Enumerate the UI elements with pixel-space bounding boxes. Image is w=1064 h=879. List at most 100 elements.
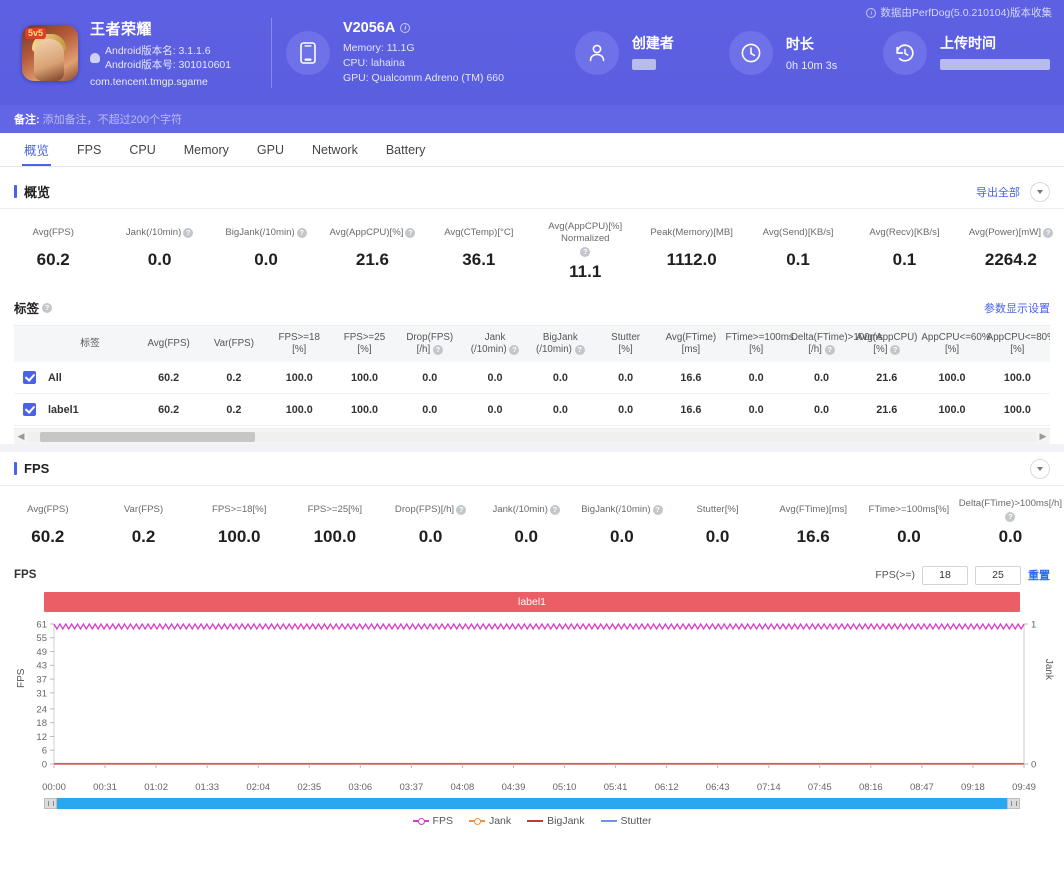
table-row[interactable]: All 60.2 0.2 100.0 100.0 0.0 0.0 0.0 0.0 16.6 0.0 0… <box>14 362 1050 394</box>
overview-collapse-button[interactable] <box>1030 181 1050 202</box>
tab-fps[interactable]: FPS <box>63 133 115 166</box>
x-tick-label: 00:00 <box>42 782 66 793</box>
overview-metric-label: Avg(Power)[mW]? <box>960 221 1062 245</box>
tags-col-header[interactable]: FPS>=25 [%] <box>331 326 398 362</box>
tags-col-header[interactable]: Var(FPS) <box>201 326 267 362</box>
tab-network[interactable]: Network <box>298 133 372 166</box>
fps-threshold-input-1[interactable] <box>922 565 968 585</box>
help-icon[interactable]: ? <box>405 228 416 238</box>
help-icon[interactable]: ? <box>574 345 585 355</box>
legend-item[interactable]: FPS <box>412 815 453 827</box>
remark-bar[interactable]: 备注: 添加备注，不超过200个字符 <box>0 105 1064 133</box>
time-range-slider[interactable] <box>44 798 1020 809</box>
label-range-bar[interactable]: label1 <box>44 592 1020 612</box>
fps-metric: Stutter[%] 0.0 <box>670 498 766 547</box>
remark-input[interactable]: 添加备注，不超过200个字符 <box>43 111 182 127</box>
overview-metric-label: Avg(AppCPU)[%]? <box>321 221 423 245</box>
tags-scroll-track[interactable] <box>28 431 1036 442</box>
overview-metric-value: 0.0 <box>254 250 278 269</box>
tab-overview[interactable]: 概览 <box>10 133 63 166</box>
x-tick-label: 03:06 <box>348 782 373 793</box>
overview-metric: Avg(Recv)[KB/s] 0.1 <box>851 221 957 282</box>
fps-panel-head: FPS <box>0 452 1064 486</box>
help-icon[interactable]: ? <box>509 345 520 355</box>
help-icon[interactable]: ? <box>1005 512 1016 522</box>
svg-text:55: 55 <box>36 633 47 644</box>
tab-memory[interactable]: Memory <box>170 133 243 166</box>
overview-metric-value: 0.0 <box>147 250 172 269</box>
help-icon[interactable]: ? <box>890 345 901 355</box>
fps-metric-value: 100.0 <box>313 527 357 546</box>
device-info-icon[interactable]: i <box>400 22 411 33</box>
tab-cpu[interactable]: CPU <box>115 133 169 166</box>
fps-collapse-button[interactable] <box>1030 458 1050 479</box>
table-row[interactable]: label1 60.2 0.2 100.0 100.0 0.0 0.0 0.0 0.0 16.6 0… <box>14 393 1050 426</box>
legend-item[interactable]: BigJank <box>527 815 585 827</box>
export-all-link[interactable]: 导出全部 <box>976 184 1020 200</box>
tags-help-icon[interactable]: ? <box>42 302 53 313</box>
tags-col-header[interactable]: FPS>=18 [%] <box>266 326 332 362</box>
legend-item[interactable]: Stutter <box>600 815 651 827</box>
scroll-left-arrow-icon[interactable]: ◀ <box>14 431 28 442</box>
overview-metric-label: Avg(Recv)[KB/s] <box>869 227 940 238</box>
row-value: 0.2 <box>201 393 267 426</box>
row-checkbox[interactable] <box>22 371 36 384</box>
tags-col-header[interactable]: 标签 <box>44 326 136 362</box>
tags-col-header[interactable]: Avg(FPS) <box>136 326 202 362</box>
row-value: 100.0 <box>331 362 398 394</box>
overview-metric-value: 21.6 <box>355 250 389 269</box>
help-icon[interactable]: ? <box>652 505 663 515</box>
overview-metric: Avg(FPS) 60.2 <box>0 221 106 282</box>
help-icon[interactable]: ? <box>183 228 194 238</box>
fps-metric-value: 0.0 <box>897 527 921 546</box>
remark-label: 备注: <box>14 114 40 126</box>
tags-col-header[interactable]: FTime>=100ms [%] <box>723 326 794 362</box>
tab-fps-label: FPS <box>77 142 102 157</box>
help-icon[interactable]: ? <box>296 228 307 238</box>
tags-col-header[interactable]: BigJank (/10min) ? <box>527 326 593 362</box>
help-icon[interactable]: ? <box>432 345 443 355</box>
fps-metric-label: FPS>=25[%] <box>307 504 363 515</box>
fps-threshold-input-2[interactable] <box>975 565 1021 585</box>
tags-col-header[interactable]: Delta(FTime)>100ms [/h] ? <box>788 326 883 362</box>
overview-metrics: Avg(FPS) 60.2 Jank(/10min)? 0.0 BigJank(/10m… <box>0 209 1064 292</box>
device-memory: Memory: 11.1G <box>342 41 415 54</box>
tags-col-header[interactable]: Jank (/10min) ? <box>462 326 528 362</box>
tags-scroll-thumb[interactable] <box>40 431 255 442</box>
row-value: 100.0 <box>266 393 332 426</box>
app-icon: 5v5 <box>22 24 78 81</box>
fps-metric: FPS>=18[%] 100.0 <box>191 498 287 547</box>
help-icon[interactable]: ? <box>824 345 835 355</box>
tags-col-header[interactable]: Drop(FPS) [/h] ? <box>397 326 463 362</box>
tab-gpu[interactable]: GPU <box>243 133 298 166</box>
legend-item[interactable]: Jank <box>468 815 511 827</box>
tab-battery[interactable]: Battery <box>372 133 440 166</box>
tags-table: 标签 Avg(FPS) Var(FPS) FPS>=18 [%] FPS>=25 [%] Dr… <box>14 326 1050 426</box>
help-icon[interactable]: ? <box>549 505 560 515</box>
help-icon[interactable]: ? <box>456 505 467 515</box>
fps-metric: Jank(/10min)? 0.0 <box>478 498 574 547</box>
tags-col-header[interactable]: AppCPU<=80% [%] <box>984 326 1050 362</box>
tags-col-header[interactable]: AppCPU<=60% [%] <box>919 326 991 362</box>
help-icon[interactable]: ? <box>1043 228 1054 238</box>
tags-col-header[interactable]: Avg(FTime) [ms] <box>658 326 724 362</box>
chevron-down-icon <box>1037 466 1043 471</box>
row-checkbox[interactable] <box>22 403 36 416</box>
tab-overview-label: 概览 <box>24 144 50 158</box>
range-handle-left[interactable] <box>44 798 57 809</box>
row-checkbox-cell[interactable] <box>14 393 44 426</box>
tags-col-header[interactable]: Avg(AppCPU) [%] ? <box>854 326 920 362</box>
range-handle-right[interactable] <box>1007 798 1020 809</box>
fps-plot[interactable]: FPS Jank 0 6 12 18 24 31 37 43 49 55 61 0 1 <box>14 616 1054 781</box>
upload-title: 上传时间 <box>940 34 996 51</box>
help-icon[interactable]: ? <box>580 247 591 257</box>
tags-col-header[interactable]: Stutter [%] <box>592 326 659 362</box>
app-name: 王者荣耀 <box>90 20 153 38</box>
fps-metric: BigJank(/10min)? 0.0 <box>574 498 670 547</box>
overview-metric-label: Jank(/10min)? <box>108 221 210 245</box>
row-checkbox-cell[interactable] <box>14 362 44 394</box>
reset-link[interactable]: 重置 <box>1028 567 1050 583</box>
param-display-settings-link[interactable]: 参数显示设置 <box>984 300 1050 316</box>
scroll-right-arrow-icon[interactable]: ▶ <box>1036 431 1050 442</box>
tags-horizontal-scrollbar[interactable]: ◀ ▶ <box>14 428 1050 444</box>
